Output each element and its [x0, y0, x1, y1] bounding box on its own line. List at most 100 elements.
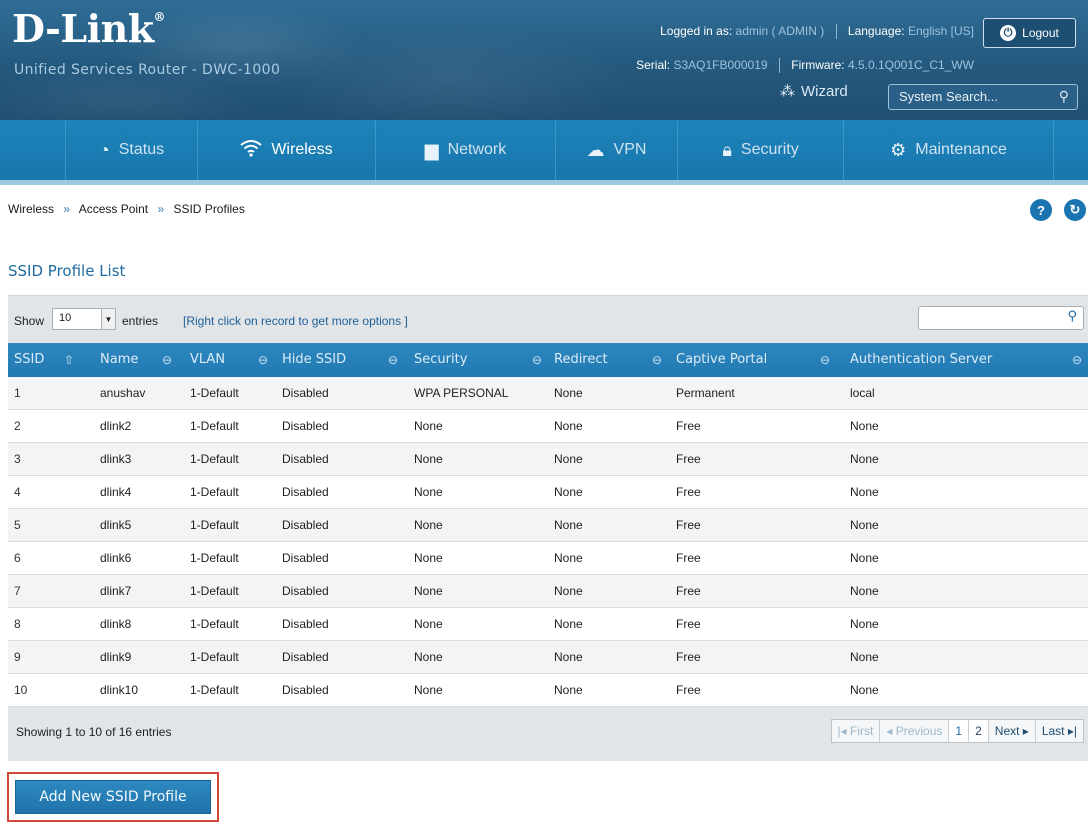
table-row[interactable]: 10 dlink10 1-Default Disabled None None Free No…	[8, 674, 1088, 707]
column-label: Name	[100, 352, 139, 367]
cell-ssid: 2	[14, 419, 21, 433]
add-new-ssid-profile-button[interactable]: Add New SSID Profile	[15, 780, 211, 814]
cell-vlan: 1-Default	[190, 650, 239, 664]
column-label: Authentication Server	[850, 352, 993, 367]
column-label: SSID	[14, 352, 45, 367]
column-header-security[interactable]: Security ⊖	[414, 343, 548, 377]
table-row[interactable]: 7 dlink7 1-Default Disabled None None Free None	[8, 575, 1088, 608]
cell-name: dlink9	[100, 650, 132, 664]
breadcrumb-separator: »	[157, 202, 165, 216]
cell-ssid: 1	[14, 386, 21, 400]
cell-hide-ssid: Disabled	[282, 650, 329, 664]
cell-auth-server: None	[850, 617, 879, 631]
system-search-input[interactable]: System Search... ⚲	[888, 84, 1078, 110]
nav-item-vpn[interactable]: ☁ VPN	[556, 120, 678, 180]
cell-redirect: None	[554, 683, 583, 697]
cell-hide-ssid: Disabled	[282, 584, 329, 598]
divider	[835, 24, 837, 40]
column-header-redirect[interactable]: Redirect ⊖	[554, 343, 670, 377]
cell-hide-ssid: Disabled	[282, 452, 329, 466]
nav-item-label: Status	[118, 141, 165, 158]
main-nav: ◔ Status Wireless ▆ Network ☁ VPN 🔒︎ Sec…	[0, 120, 1088, 180]
page-2-button[interactable]: 2	[969, 720, 989, 742]
sort-icon: ⊖	[1072, 353, 1083, 367]
cell-captive-portal: Free	[676, 584, 701, 598]
cell-hide-ssid: Disabled	[282, 518, 329, 532]
cell-name: dlink3	[100, 452, 132, 466]
cell-redirect: None	[554, 518, 583, 532]
nav-item-maintenance[interactable]: ⚙ Maintenance	[844, 120, 1054, 180]
right-click-hint: [Right click on record to get more optio…	[183, 314, 408, 328]
first-page-button[interactable]: |◂ First	[832, 720, 881, 742]
logged-in-user: admin ( ADMIN )	[735, 24, 825, 38]
cell-auth-server: None	[850, 650, 879, 664]
login-info: Logged in as: admin ( ADMIN ) Language: …	[660, 24, 974, 40]
table-toolbar: Show 10 ▼ entries [Right click on record…	[8, 295, 1088, 343]
nav-item-label: Maintenance	[915, 141, 1007, 158]
breadcrumb-access-point[interactable]: Access Point	[79, 202, 148, 216]
cell-name: dlink4	[100, 485, 132, 499]
column-header-hide-ssid[interactable]: Hide SSID ⊖	[282, 343, 406, 377]
cell-redirect: None	[554, 650, 583, 664]
cell-name: dlink2	[100, 419, 132, 433]
column-header-name[interactable]: Name ⊖	[100, 343, 180, 377]
help-icon[interactable]: ?	[1030, 199, 1052, 221]
wifi-icon	[240, 139, 262, 162]
sort-icon: ⊖	[162, 353, 173, 367]
cell-captive-portal: Free	[676, 452, 701, 466]
logout-label: Logout	[1022, 26, 1059, 40]
refresh-icon[interactable]: ↻	[1064, 199, 1086, 221]
nav-item-network[interactable]: ▆ Network	[376, 120, 556, 180]
cell-vlan: 1-Default	[190, 485, 239, 499]
cell-vlan: 1-Default	[190, 419, 239, 433]
table-row[interactable]: 3 dlink3 1-Default Disabled None None Free None	[8, 443, 1088, 476]
last-page-button[interactable]: Last ▸|	[1036, 720, 1083, 742]
cell-auth-server: None	[850, 518, 879, 532]
cell-redirect: None	[554, 452, 583, 466]
cell-hide-ssid: Disabled	[282, 683, 329, 697]
entries-select[interactable]: 10 ▼	[52, 308, 116, 330]
sort-icon: ⊖	[820, 353, 831, 367]
previous-label: Previous	[895, 724, 943, 738]
column-header-vlan[interactable]: VLAN ⊖	[190, 343, 274, 377]
cell-ssid: 6	[14, 551, 21, 565]
table-row[interactable]: 1 anushav 1-Default Disabled WPA PERSONAL Non…	[8, 377, 1088, 410]
nav-item-security[interactable]: 🔒︎ Security	[678, 120, 844, 180]
power-icon: ⏻	[1000, 25, 1017, 41]
search-icon[interactable]: ⚲	[1059, 88, 1069, 105]
page-1-button[interactable]: 1	[949, 720, 970, 742]
cell-redirect: None	[554, 386, 583, 400]
showing-info: Showing 1 to 10 of 16 entries	[16, 725, 172, 739]
add-button-highlight: Add New SSID Profile	[7, 772, 219, 822]
language-select[interactable]: English [US]	[908, 24, 974, 38]
nav-item-wireless[interactable]: Wireless	[198, 120, 376, 180]
magic-wand-icon: ⁂	[780, 83, 795, 100]
wizard-link[interactable]: ⁂ Wizard	[780, 82, 848, 101]
breadcrumb-wireless[interactable]: Wireless	[8, 202, 54, 216]
table-header: SSID ⇧ Name ⊖ VLAN ⊖ Hide SSID ⊖ Securit…	[8, 343, 1088, 377]
cell-hide-ssid: Disabled	[282, 386, 329, 400]
table-row[interactable]: 6 dlink6 1-Default Disabled None None Free None	[8, 542, 1088, 575]
cell-ssid: 7	[14, 584, 21, 598]
table-row[interactable]: 9 dlink9 1-Default Disabled None None Free None	[8, 641, 1088, 674]
logged-in-label: Logged in as:	[660, 24, 733, 38]
previous-page-button[interactable]: ◂ Previous	[880, 720, 950, 742]
table-row[interactable]: 5 dlink5 1-Default Disabled None None Free None	[8, 509, 1088, 542]
table-row[interactable]: 4 dlink4 1-Default Disabled None None Free None	[8, 476, 1088, 509]
last-label: Last	[1041, 724, 1065, 738]
next-page-button[interactable]: Next ▸	[989, 720, 1036, 742]
nav-item-status[interactable]: ◔ Status	[66, 120, 198, 180]
column-header-auth-server[interactable]: Authentication Server ⊖	[850, 343, 1086, 377]
table-row[interactable]: 2 dlink2 1-Default Disabled None None Free None	[8, 410, 1088, 443]
column-header-ssid[interactable]: SSID ⇧	[14, 343, 90, 377]
cell-vlan: 1-Default	[190, 518, 239, 532]
breadcrumb: Wireless » Access Point » SSID Profiles	[8, 202, 245, 216]
firmware-label: Firmware:	[791, 58, 845, 72]
table-row[interactable]: 8 dlink8 1-Default Disabled None None Free None	[8, 608, 1088, 641]
cell-redirect: None	[554, 485, 583, 499]
table-search-input[interactable]: ⚲	[918, 306, 1084, 330]
column-header-captive-portal[interactable]: Captive Portal ⊖	[676, 343, 838, 377]
nav-underline	[0, 180, 1088, 185]
logout-button[interactable]: ⏻ Logout	[983, 18, 1076, 48]
firmware-value: 4.5.0.1Q001C_C1_WW	[847, 58, 974, 72]
